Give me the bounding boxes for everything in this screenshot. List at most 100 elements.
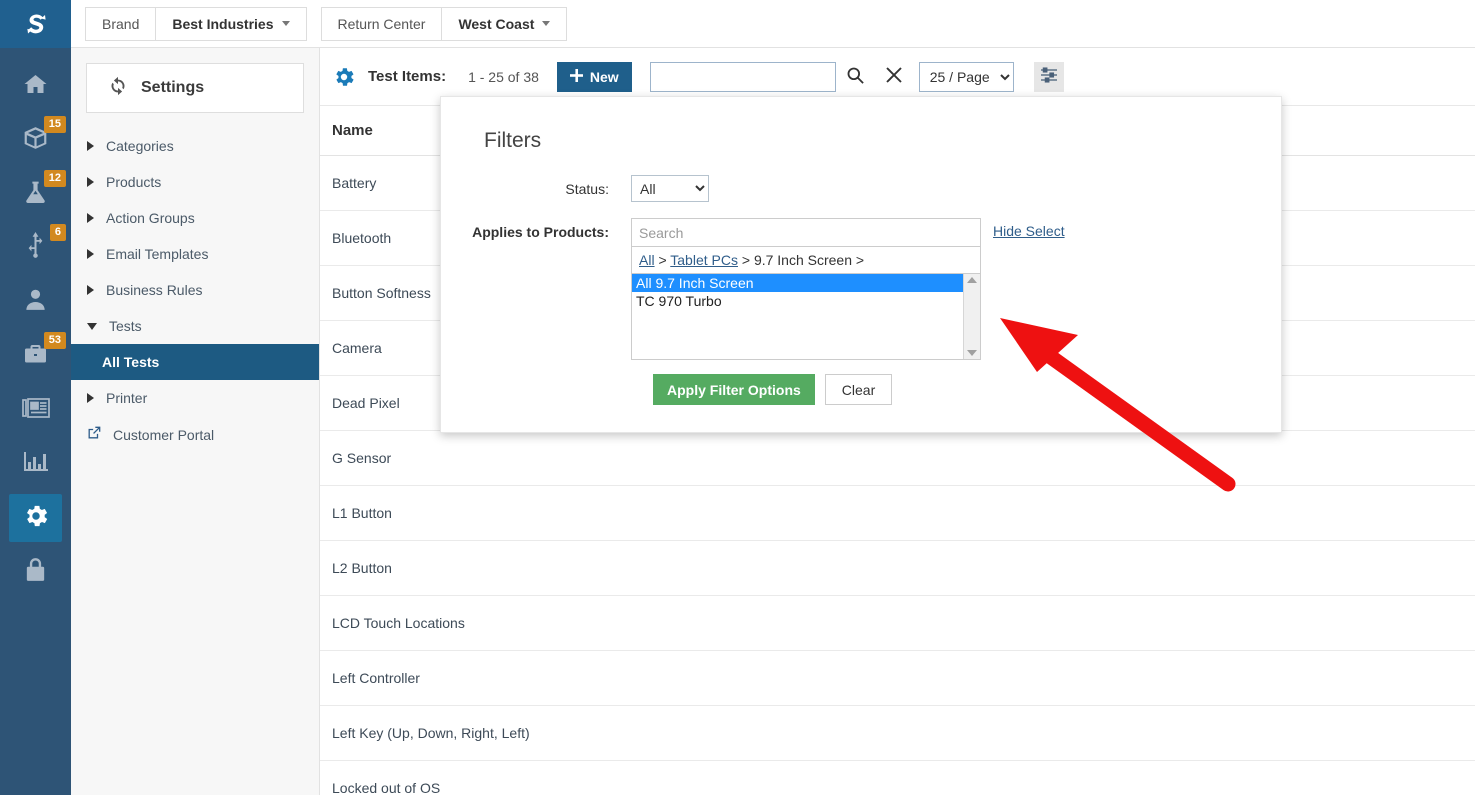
rail-item-home[interactable] (9, 62, 62, 110)
location-selector-group: Return Center West Coast (321, 7, 568, 41)
sidebar-item-tests[interactable]: Tests (71, 308, 319, 344)
search-icon (846, 66, 865, 88)
rail-badge-devices: 6 (50, 224, 66, 241)
chevron-down-icon (282, 21, 290, 26)
sidebar-item-label: All Tests (102, 354, 159, 370)
settings-title: Settings (141, 79, 204, 97)
user-icon (23, 287, 48, 317)
rail-item-security[interactable] (9, 548, 62, 596)
breadcrumb-link-all[interactable]: All (639, 252, 655, 268)
location-value-button[interactable]: West Coast (442, 7, 567, 41)
scroll-down-icon[interactable] (967, 350, 977, 356)
close-icon (885, 66, 903, 87)
location-value: West Coast (458, 8, 534, 40)
rail-item-list: 15 12 6 (0, 48, 71, 596)
table-row[interactable]: L2 Button (320, 541, 1475, 596)
table-row[interactable]: G Sensor (320, 431, 1475, 486)
sidebar-item-label: Customer Portal (113, 427, 214, 443)
status-label: Status: (463, 175, 631, 197)
new-button[interactable]: New (557, 62, 632, 92)
breadcrumb-link-tablet-pcs[interactable]: Tablet PCs (670, 252, 738, 268)
plus-icon (570, 69, 583, 85)
cell-name: L1 Button (320, 486, 1475, 541)
sidebar-item-all-tests[interactable]: All Tests (71, 344, 319, 380)
usb-icon (25, 232, 46, 264)
product-listbox[interactable]: All 9.7 Inch Screen TC 970 Turbo (631, 273, 981, 360)
caret-right-icon (87, 249, 94, 259)
return-center-label: Return Center (338, 8, 426, 40)
new-button-label: New (590, 69, 619, 85)
gear-icon (22, 502, 50, 535)
table-row[interactable]: Left Key (Up, Down, Right, Left) (320, 706, 1475, 761)
sidebar-item-label: Categories (106, 138, 174, 154)
settings-menu: Categories Products Action Groups Email … (71, 128, 319, 453)
cell-name: LCD Touch Locations (320, 596, 1475, 651)
page-title: Test Items: (368, 68, 446, 85)
sidebar-item-categories[interactable]: Categories (71, 128, 319, 164)
rail-badge-cases: 53 (44, 332, 66, 349)
page-size-select[interactable]: 25 / Page (919, 62, 1014, 92)
refresh-icon (107, 75, 129, 102)
cell-name: L2 Button (320, 541, 1475, 596)
sidebar-item-email-templates[interactable]: Email Templates (71, 236, 319, 272)
table-row[interactable]: LCD Touch Locations (320, 596, 1475, 651)
table-row[interactable]: L1 Button (320, 486, 1475, 541)
clear-filters-button[interactable]: Clear (825, 374, 892, 405)
lock-icon (24, 557, 47, 588)
brand-value-button[interactable]: Best Industries (156, 7, 306, 41)
sidebar-item-business-rules[interactable]: Business Rules (71, 272, 319, 308)
status-select[interactable]: All (631, 175, 709, 202)
cell-name: Locked out of OS (320, 761, 1475, 795)
rail-item-settings[interactable] (9, 494, 62, 542)
rail-item-devices[interactable]: 6 (9, 224, 62, 272)
product-option-list: All 9.7 Inch Screen TC 970 Turbo (632, 274, 963, 359)
return-center-label-button[interactable]: Return Center (321, 7, 443, 41)
brand-label-button[interactable]: Brand (85, 7, 156, 41)
product-picker: All > Tablet PCs > 9.7 Inch Screen > All… (631, 218, 981, 360)
search-input[interactable] (650, 62, 836, 92)
pagination-count: 1 - 25 of 38 (468, 69, 539, 85)
app-root: 15 12 6 (0, 0, 1475, 795)
sidebar-item-action-groups[interactable]: Action Groups (71, 200, 319, 236)
breadcrumb-sep: > (655, 252, 671, 268)
filter-toggle-button[interactable] (1034, 62, 1064, 92)
chevron-down-icon (542, 21, 550, 26)
list-item[interactable]: TC 970 Turbo (632, 292, 963, 310)
rail-item-cases[interactable]: 53 (9, 332, 62, 380)
caret-right-icon (87, 141, 94, 151)
top-navigation: Brand Best Industries Return Center West… (71, 0, 1475, 48)
search-button[interactable] (836, 66, 875, 88)
rail-item-products[interactable]: 15 (9, 116, 62, 164)
rail-item-tests[interactable]: 12 (9, 170, 62, 218)
brand-value: Best Industries (172, 8, 273, 40)
sidebar-item-products[interactable]: Products (71, 164, 319, 200)
sidebar-item-label: Printer (106, 390, 147, 406)
app-logo[interactable] (0, 0, 71, 48)
rail-badge-products: 15 (44, 116, 66, 133)
apply-filter-options-button[interactable]: Apply Filter Options (653, 374, 815, 405)
newspaper-icon (22, 397, 50, 424)
sidebar-item-printer[interactable]: Printer (71, 380, 319, 416)
sidebar-item-label: Business Rules (106, 282, 203, 298)
rail-item-reports[interactable] (9, 440, 62, 488)
list-item[interactable]: All 9.7 Inch Screen (632, 274, 963, 292)
settings-header[interactable]: Settings (86, 63, 304, 113)
rail-item-customers[interactable] (9, 278, 62, 326)
sidebar-item-customer-portal[interactable]: Customer Portal (71, 416, 319, 453)
breadcrumb-current: 9.7 Inch Screen (754, 252, 852, 268)
brand-selector-group: Brand Best Industries (85, 7, 307, 41)
caret-right-icon (87, 285, 94, 295)
caret-down-icon (87, 323, 97, 330)
scroll-up-icon[interactable] (967, 277, 977, 283)
product-search-input[interactable] (631, 218, 981, 246)
hide-select-link[interactable]: Hide Select (993, 218, 1065, 239)
table-row[interactable]: Locked out of OS (320, 761, 1475, 795)
caret-right-icon (87, 213, 94, 223)
table-row[interactable]: Left Controller (320, 651, 1475, 706)
rail-item-news[interactable] (9, 386, 62, 434)
listbox-scrollbar[interactable] (963, 274, 980, 359)
home-icon (22, 72, 49, 101)
breadcrumb-sep: > (852, 252, 864, 268)
sidebar-item-label: Products (106, 174, 161, 190)
clear-search-button[interactable] (875, 66, 913, 87)
